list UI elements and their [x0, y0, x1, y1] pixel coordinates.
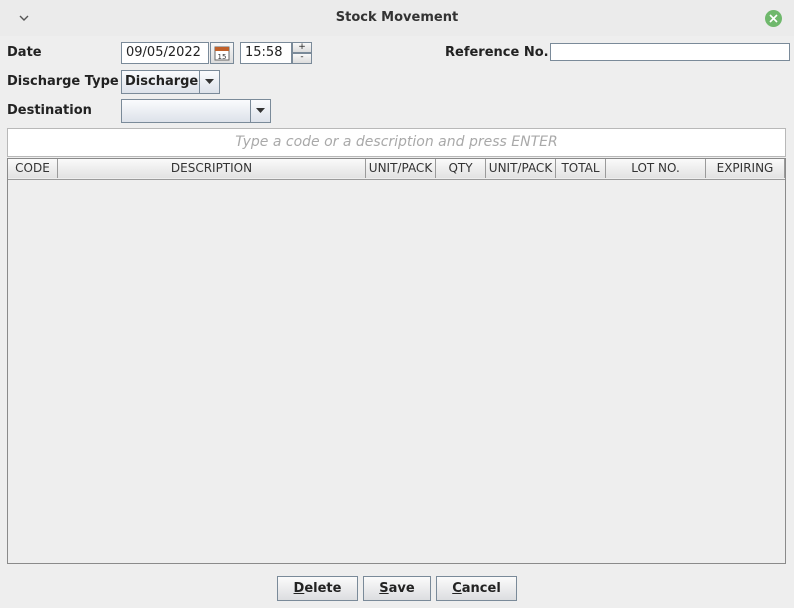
delete-mnemonic: D [293, 581, 305, 596]
discharge-type-label: Discharge Type [7, 74, 119, 89]
table-header: CODE DESCRIPTION UNIT/PACK QTY UNIT/PACK… [8, 159, 785, 180]
reference-label: Reference No. [445, 45, 549, 60]
reference-field[interactable] [550, 43, 790, 61]
destination-select[interactable] [121, 99, 271, 123]
column-header-unit-pack-2[interactable]: UNIT/PACK [486, 159, 556, 178]
column-header-total[interactable]: TOTAL [556, 159, 606, 178]
window-title: Stock Movement [335, 10, 459, 25]
discharge-type-value: Discharge [125, 74, 199, 89]
search-input[interactable]: Type a code or a description and press E… [7, 128, 786, 157]
svg-text:15: 15 [218, 53, 227, 61]
dropdown-arrow[interactable] [250, 100, 270, 122]
chevron-down-icon [256, 108, 265, 113]
time-field[interactable]: 15:58 [240, 42, 292, 64]
delete-button[interactable]: Delete [277, 576, 358, 601]
destination-label: Destination [7, 103, 92, 118]
close-icon [769, 14, 778, 23]
cancel-label: ancel [461, 581, 501, 596]
calendar-icon: 15 [214, 46, 230, 61]
column-header-lot-no[interactable]: LOT NO. [606, 159, 706, 178]
column-header-code[interactable]: CODE [8, 159, 58, 178]
title-bar: Stock Movement [0, 0, 794, 36]
save-mnemonic: S [379, 581, 389, 596]
date-label: Date [7, 45, 42, 60]
date-field[interactable]: 09/05/2022 [121, 42, 209, 64]
discharge-type-select[interactable]: Discharge [121, 70, 220, 94]
save-label: ave [388, 581, 415, 596]
close-button[interactable] [765, 10, 782, 27]
cancel-mnemonic: C [452, 581, 462, 596]
column-header-unit-pack[interactable]: UNIT/PACK [366, 159, 436, 178]
save-button[interactable]: Save [363, 576, 431, 601]
delete-label: elete [304, 581, 342, 596]
column-header-expiring[interactable]: EXPIRING [706, 159, 785, 178]
calendar-button[interactable]: 15 [210, 42, 234, 64]
column-header-qty[interactable]: QTY [436, 159, 486, 178]
cancel-button[interactable]: Cancel [436, 576, 517, 601]
time-decrement-button[interactable]: - [292, 53, 312, 64]
chevron-down-icon [205, 79, 214, 84]
dropdown-arrow[interactable] [199, 71, 219, 93]
movement-table[interactable]: CODE DESCRIPTION UNIT/PACK QTY UNIT/PACK… [7, 158, 786, 564]
column-header-description[interactable]: DESCRIPTION [58, 159, 366, 178]
